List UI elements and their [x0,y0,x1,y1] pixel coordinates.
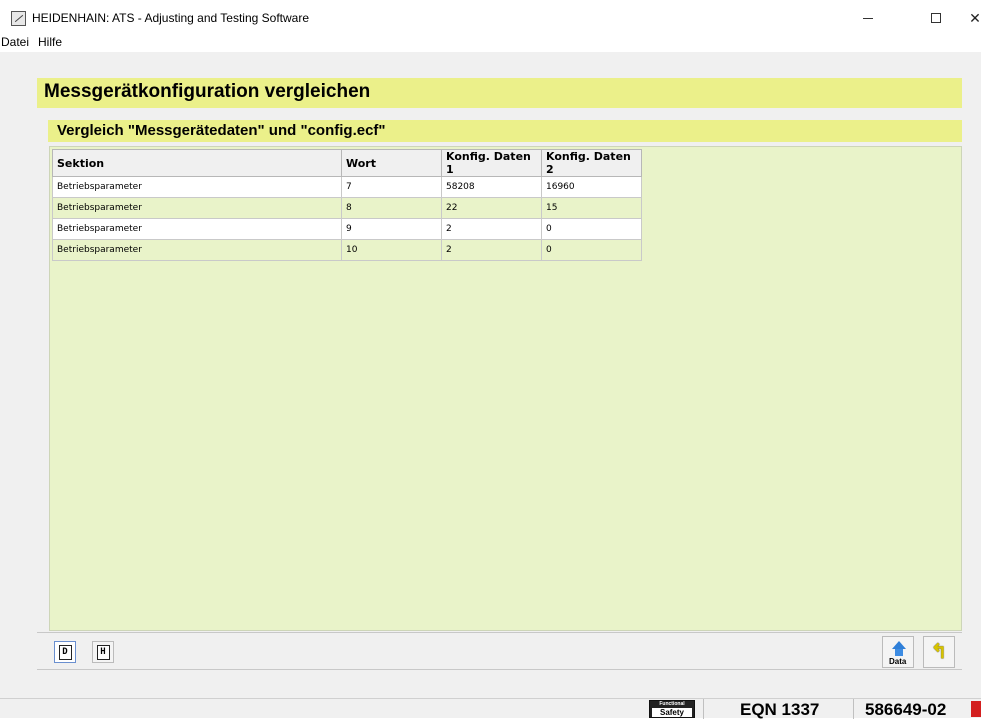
cell-konfig-daten-1: 58208 [441,176,542,198]
bottom-toolbar: D H Data ↰ [37,632,962,670]
status-separator [853,699,854,719]
table-row[interactable]: Betriebsparameter 7 58208 16960 [52,176,642,198]
section-title: Vergleich "Messgerätedaten" und "config.… [57,122,386,139]
column-header-wort[interactable]: Wort [341,149,442,177]
device-id: 586649-02 [865,700,947,719]
minimize-button[interactable] [845,4,891,32]
minimize-icon [863,17,873,19]
menu-hilfe[interactable]: Hilfe [38,35,62,49]
cell-sektion: Betriebsparameter [52,218,342,240]
title-bar: HEIDENHAIN: ATS - Adjusting and Testing … [0,0,981,32]
close-icon: ✕ [969,9,981,26]
back-button[interactable]: ↰ [923,636,955,668]
status-led-icon [971,701,981,717]
cell-konfig-daten-1: 22 [441,197,542,219]
menu-datei[interactable]: Datei [1,35,29,49]
cell-wort: 8 [341,197,442,219]
cell-sektion: Betriebsparameter [52,176,342,198]
cell-wort: 10 [341,239,442,261]
column-header-konfig-daten-2[interactable]: Konfig. Daten 2 [541,149,642,177]
maximize-icon [931,13,941,23]
table-row[interactable]: Betriebsparameter 9 2 0 [52,218,642,240]
cell-konfig-daten-2: 0 [541,218,642,240]
table-header-row: Sektion Wort Konfig. Daten 1 Konfig. Dat… [52,149,642,177]
column-header-sektion[interactable]: Sektion [52,149,342,177]
close-button[interactable]: ✕ [952,4,981,32]
d-document-icon: D [58,644,72,660]
app-icon [11,11,26,26]
window-title: HEIDENHAIN: ATS - Adjusting and Testing … [32,11,310,25]
cell-konfig-daten-2: 16960 [541,176,642,198]
cell-sektion: Betriebsparameter [52,197,342,219]
cell-wort: 9 [341,218,442,240]
comparison-table: Sektion Wort Konfig. Daten 1 Konfig. Dat… [52,149,642,261]
h-document-button[interactable]: H [92,641,114,663]
cell-konfig-daten-2: 15 [541,197,642,219]
cell-konfig-daten-1: 2 [441,218,542,240]
upload-arrow-icon [892,641,906,649]
column-header-konfig-daten-1[interactable]: Konfig. Daten 1 [441,149,542,177]
upload-arrow-stem [895,649,903,656]
d-document-button[interactable]: D [54,641,76,663]
section-header: Vergleich "Messgerätedaten" und "config.… [48,120,962,142]
cell-konfig-daten-2: 0 [541,239,642,261]
cell-sektion: Betriebsparameter [52,239,342,261]
page-header: Messgerätkonfiguration vergleichen [37,78,962,108]
status-separator [703,699,704,719]
menu-bar: Datei Hilfe [0,32,981,52]
cell-wort: 7 [341,176,442,198]
table-row[interactable]: Betriebsparameter 8 22 15 [52,197,642,219]
table-row[interactable]: Betriebsparameter 10 2 0 [52,239,642,261]
safety-badge-bottom: Safety [652,708,692,717]
device-name: EQN 1337 [740,700,820,719]
data-upload-button[interactable]: Data [882,636,914,668]
safety-badge-top: Functional [659,701,685,707]
functional-safety-badge: Functional Safety [649,700,695,718]
h-document-icon: H [96,644,110,660]
comparison-panel: Sektion Wort Konfig. Daten 1 Konfig. Dat… [49,146,962,631]
cell-konfig-daten-1: 2 [441,239,542,261]
back-arrow-icon: ↰ [930,641,948,663]
status-bar: Functional Safety EQN 1337 586649-02 [0,698,981,719]
data-button-label: Data [889,657,907,666]
page-title: Messgerätkonfiguration vergleichen [44,81,371,102]
